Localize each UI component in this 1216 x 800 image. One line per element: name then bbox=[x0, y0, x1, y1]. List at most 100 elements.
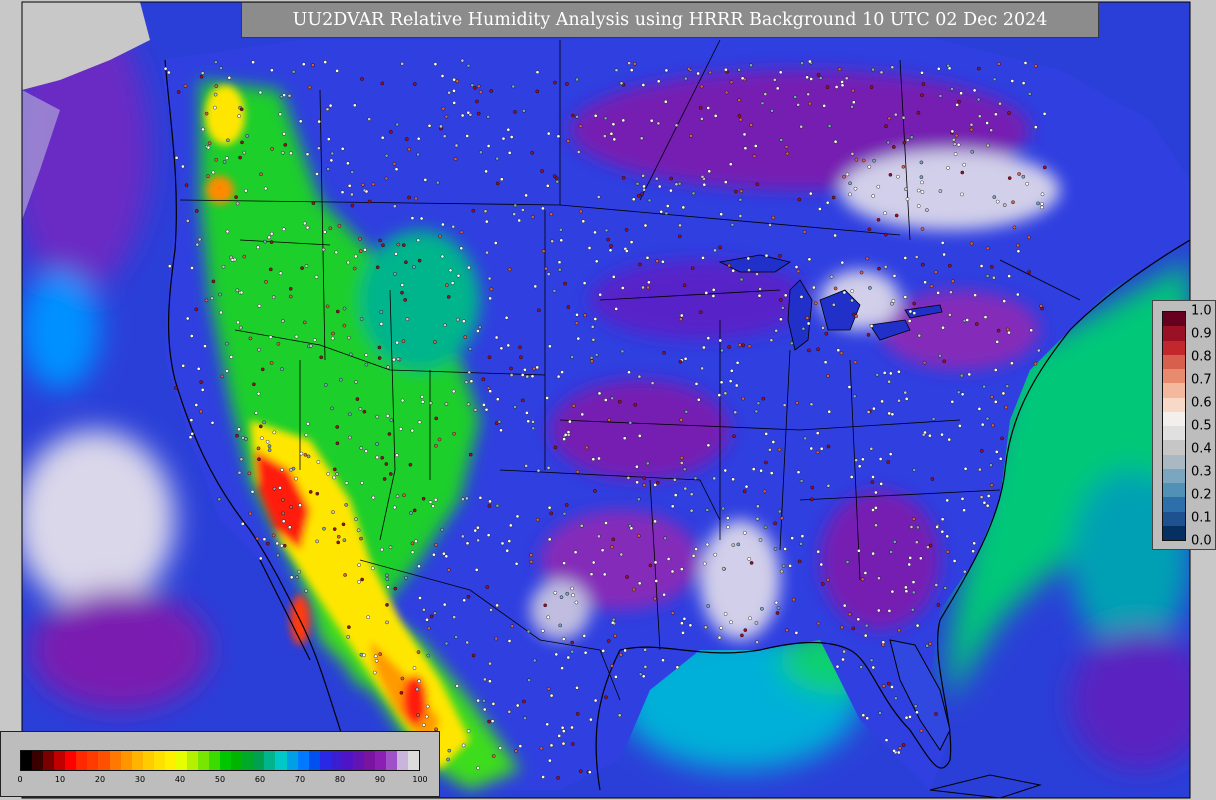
station-dot bbox=[288, 286, 293, 291]
station-dot bbox=[703, 625, 708, 630]
station-dot bbox=[562, 729, 566, 733]
station-dot bbox=[847, 385, 852, 389]
station-dot bbox=[925, 644, 930, 648]
station-dot bbox=[643, 665, 648, 669]
station-dot bbox=[713, 552, 718, 557]
station-dot bbox=[738, 343, 742, 347]
station-dot bbox=[697, 397, 701, 402]
station-colorbar-segment bbox=[1163, 497, 1185, 512]
station-dot bbox=[754, 409, 759, 414]
station-dot bbox=[252, 382, 256, 387]
station-dot bbox=[948, 263, 952, 268]
station-colorbar-tick: 0.1 bbox=[1191, 510, 1212, 526]
station-dot bbox=[357, 580, 361, 584]
station-dot bbox=[985, 121, 989, 125]
station-dot bbox=[543, 603, 548, 608]
station-dot bbox=[476, 111, 481, 116]
station-dot bbox=[901, 164, 906, 169]
station-dot bbox=[869, 324, 874, 328]
station-dot bbox=[473, 86, 477, 90]
station-dot bbox=[434, 443, 438, 448]
station-dot bbox=[794, 631, 799, 635]
station-dot bbox=[291, 70, 296, 74]
station-dot bbox=[597, 534, 601, 539]
station-dot bbox=[897, 369, 901, 374]
station-dot bbox=[336, 534, 341, 539]
station-dot bbox=[890, 65, 895, 69]
station-dot bbox=[556, 374, 561, 379]
station-dot bbox=[816, 347, 820, 352]
station-dot bbox=[842, 649, 846, 654]
station-dot bbox=[641, 285, 645, 290]
station-dot bbox=[956, 142, 961, 147]
station-colorbar-segment bbox=[1163, 397, 1185, 412]
station-dot bbox=[992, 77, 997, 82]
station-dot bbox=[840, 83, 845, 88]
station-dot bbox=[1011, 200, 1015, 204]
station-dot bbox=[952, 142, 957, 146]
station-dot bbox=[377, 345, 382, 350]
station-dot bbox=[326, 167, 331, 171]
station-dot bbox=[596, 195, 601, 199]
station-dot bbox=[564, 503, 569, 507]
station-dot bbox=[1007, 176, 1012, 180]
station-dot bbox=[414, 539, 418, 544]
humidity-colorbar-segment bbox=[253, 751, 265, 770]
station-dot bbox=[1027, 92, 1032, 96]
humidity-colorbar-segment bbox=[186, 751, 198, 770]
station-dot bbox=[414, 196, 418, 201]
station-dot bbox=[612, 275, 616, 279]
station-dot bbox=[1016, 292, 1020, 297]
station-dot bbox=[597, 456, 601, 461]
station-dot bbox=[887, 609, 892, 613]
station-dot bbox=[489, 287, 494, 292]
station-dot bbox=[614, 307, 619, 311]
station-dot bbox=[642, 483, 647, 487]
station-dot bbox=[488, 296, 492, 301]
station-dot bbox=[845, 172, 850, 177]
station-dot bbox=[305, 152, 310, 156]
station-dot bbox=[994, 368, 998, 372]
station-dot bbox=[889, 371, 893, 376]
station-dot bbox=[912, 590, 916, 595]
station-dot bbox=[470, 83, 475, 87]
station-dot bbox=[800, 534, 805, 538]
station-dot bbox=[546, 272, 551, 276]
station-dot bbox=[561, 741, 566, 746]
station-dot bbox=[281, 227, 286, 231]
station-dot bbox=[859, 665, 863, 669]
station-dot bbox=[330, 151, 335, 156]
station-dot bbox=[955, 103, 959, 107]
station-dot bbox=[779, 298, 783, 302]
station-dot bbox=[591, 560, 596, 565]
station-dot bbox=[272, 486, 277, 491]
station-dot bbox=[833, 286, 838, 291]
station-dot bbox=[639, 136, 644, 141]
station-dot bbox=[992, 195, 997, 199]
humidity-colorbar-segment bbox=[153, 751, 165, 770]
station-dot bbox=[945, 550, 950, 554]
station-dot bbox=[951, 279, 955, 284]
station-dot bbox=[706, 336, 711, 340]
station-dot bbox=[808, 101, 812, 106]
station-dot bbox=[536, 468, 541, 473]
station-dot bbox=[416, 713, 420, 717]
station-dot bbox=[323, 60, 328, 64]
station-dot bbox=[679, 317, 683, 322]
station-dot bbox=[478, 495, 483, 500]
station-dot bbox=[486, 386, 491, 391]
station-dot bbox=[412, 508, 417, 513]
station-dot bbox=[1007, 111, 1011, 115]
station-dot bbox=[632, 587, 636, 592]
station-dot bbox=[647, 198, 652, 203]
station-dot bbox=[754, 144, 758, 148]
station-dot bbox=[242, 150, 246, 155]
station-dot bbox=[729, 80, 734, 85]
station-dot bbox=[340, 190, 345, 194]
station-dot bbox=[642, 184, 646, 189]
station-dot bbox=[575, 712, 580, 716]
station-dot bbox=[443, 323, 447, 328]
station-dot bbox=[738, 117, 743, 122]
humidity-colorbar-tick: 0 bbox=[17, 775, 23, 784]
station-dot bbox=[356, 528, 361, 533]
